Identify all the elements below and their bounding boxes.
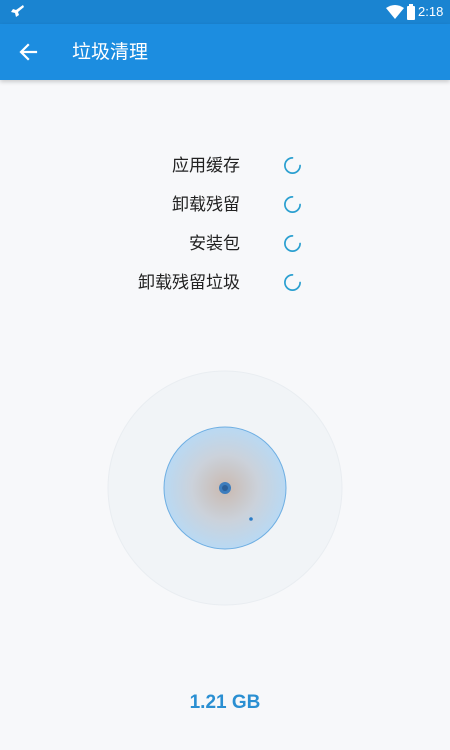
loading-spinner-icon bbox=[284, 235, 301, 252]
radar-center-dot-core bbox=[222, 485, 228, 491]
scan-item-uninstall-residue: 卸载残留 bbox=[0, 186, 450, 225]
scan-item-label: 应用缓存 bbox=[172, 156, 240, 176]
app-bar: 垃圾清理 bbox=[0, 24, 450, 80]
status-bar: 2:18 bbox=[0, 0, 450, 24]
notification-icon bbox=[11, 5, 24, 17]
loading-spinner-icon bbox=[284, 196, 301, 213]
scan-item-label: 安装包 bbox=[189, 234, 240, 254]
battery-icon bbox=[407, 4, 415, 20]
loading-spinner-icon bbox=[284, 157, 301, 174]
radar-scan-icon bbox=[107, 370, 343, 606]
scan-item-label: 卸载残留垃圾 bbox=[138, 273, 240, 293]
back-button[interactable] bbox=[14, 38, 42, 66]
arrow-back-icon bbox=[19, 43, 38, 61]
page-title: 垃圾清理 bbox=[72, 41, 149, 63]
total-junk-size: 1.21 GB bbox=[189, 692, 261, 713]
loading-spinner-icon bbox=[284, 274, 301, 291]
scan-item-install-package: 安装包 bbox=[0, 225, 450, 264]
scan-item-app-cache: 应用缓存 bbox=[0, 147, 450, 186]
status-time: 2:18 bbox=[418, 4, 444, 19]
radar-blip bbox=[249, 517, 253, 521]
scan-item-label: 卸载残留 bbox=[172, 195, 240, 215]
scan-item-uninstall-junk: 卸载残留垃圾 bbox=[0, 264, 450, 303]
wifi-icon bbox=[386, 5, 404, 19]
